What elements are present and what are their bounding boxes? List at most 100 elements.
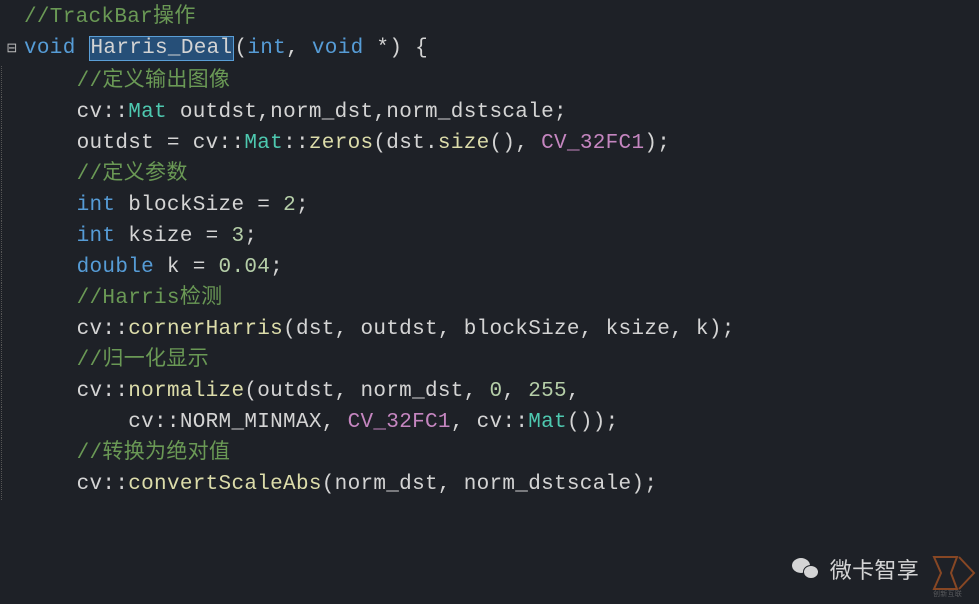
code-content[interactable]: void Harris_Deal(int, void *) {	[24, 33, 979, 66]
identifier: outdst =	[77, 132, 193, 155]
code-content[interactable]: //归一化显示	[25, 345, 979, 376]
comma: ,	[502, 380, 528, 403]
code-content[interactable]: //Harris检测	[25, 283, 979, 314]
function-normalize: normalize	[128, 380, 244, 403]
selected-function-name[interactable]: Harris_Deal	[89, 36, 235, 61]
code-line: //定义参数	[0, 159, 979, 190]
scope-op: ::	[102, 318, 128, 341]
code-content[interactable]: //定义参数	[25, 159, 979, 190]
scope-op: ::	[154, 411, 180, 434]
paren-close: )	[389, 37, 402, 60]
function-convertscaleabs: convertScaleAbs	[128, 473, 322, 496]
code-content[interactable]: outdst = cv::Mat::zeros(dst.size(), CV_3…	[25, 128, 979, 159]
constant-cv32fc1: CV_32FC1	[541, 132, 644, 155]
args: (dst, outdst, blockSize, ksize, k);	[283, 318, 735, 341]
code-content[interactable]: cv::Mat outdst,norm_dst,norm_dstscale;	[25, 97, 979, 128]
code-line: //定义输出图像	[0, 66, 979, 97]
code-line: cv::normalize(outdst, norm_dst, 0, 255,	[0, 376, 979, 407]
var-k: k =	[154, 256, 219, 279]
watermark: 微卡智享	[790, 553, 919, 585]
gutter	[1, 407, 25, 438]
code-content[interactable]: double k = 0.04;	[25, 252, 979, 283]
declaration-vars: outdst,norm_dst,norm_dstscale;	[167, 101, 567, 124]
comment: //归一化显示	[77, 349, 209, 372]
code-content[interactable]: int blockSize = 2;	[25, 190, 979, 221]
namespace-cv: cv	[477, 411, 503, 434]
comment: //定义参数	[77, 163, 188, 186]
code-line: //转换为绝对值	[0, 438, 979, 469]
namespace-cv: cv	[77, 318, 103, 341]
keyword-void: void	[312, 37, 364, 60]
scope-op: ::	[102, 473, 128, 496]
args: (outdst, norm_dst,	[244, 380, 489, 403]
gutter	[1, 190, 25, 221]
code-content[interactable]: int ksize = 3;	[25, 221, 979, 252]
gutter	[1, 97, 25, 128]
keyword-int: int	[77, 225, 116, 248]
gutter	[1, 252, 25, 283]
number-literal: 0	[490, 380, 503, 403]
type-mat: Mat	[528, 411, 567, 434]
comment: //定义输出图像	[77, 70, 231, 93]
scope-op: ::	[502, 411, 528, 434]
code-line: int ksize = 3;	[0, 221, 979, 252]
code-content[interactable]: //转换为绝对值	[25, 438, 979, 469]
comma: ,	[451, 411, 477, 434]
keyword-double: double	[77, 256, 154, 279]
namespace-cv: cv	[77, 473, 103, 496]
gutter	[1, 314, 25, 345]
args-close: ());	[567, 411, 619, 434]
gutter	[1, 376, 25, 407]
comment: //TrackBar操作	[24, 6, 196, 29]
semicolon: ;	[270, 256, 283, 279]
code-content[interactable]: //TrackBar操作	[24, 2, 979, 33]
scope-op: ::	[102, 101, 128, 124]
comment: //Harris检测	[77, 287, 223, 310]
gutter	[1, 283, 25, 314]
svg-text:创新互联: 创新互联	[933, 589, 962, 597]
gutter	[1, 128, 25, 159]
number-literal: 2	[283, 194, 296, 217]
code-line: cv::cornerHarris(dst, outdst, blockSize,…	[0, 314, 979, 345]
wechat-icon	[790, 554, 820, 584]
gutter	[1, 66, 25, 97]
code-line: int blockSize = 2;	[0, 190, 979, 221]
asterisk: *	[364, 37, 390, 60]
code-editor[interactable]: //TrackBar操作 ⊟ void Harris_Deal(int, voi…	[0, 0, 979, 500]
code-content[interactable]: cv::cornerHarris(dst, outdst, blockSize,…	[25, 314, 979, 345]
code-line: cv::Mat outdst,norm_dst,norm_dstscale;	[0, 97, 979, 128]
scope-op: ::	[283, 132, 309, 155]
comment: //转换为绝对值	[77, 442, 231, 465]
var-blocksize: blockSize =	[115, 194, 283, 217]
code-line: cv::convertScaleAbs(norm_dst, norm_dstsc…	[0, 469, 979, 500]
args-close: );	[644, 132, 670, 155]
comma: ,	[322, 411, 348, 434]
scope-op: ::	[219, 132, 245, 155]
brace-open: {	[402, 37, 428, 60]
keyword-int: int	[247, 37, 286, 60]
gutter	[1, 221, 25, 252]
logo-icon: 创新互联	[929, 549, 979, 597]
code-line: outdst = cv::Mat::zeros(dst.size(), CV_3…	[0, 128, 979, 159]
namespace-cv: cv	[77, 380, 103, 403]
code-content[interactable]: cv::convertScaleAbs(norm_dst, norm_dstsc…	[25, 469, 979, 500]
number-literal: 0.04	[219, 256, 271, 279]
code-content[interactable]: //定义输出图像	[25, 66, 979, 97]
comma: ,	[567, 380, 580, 403]
code-line: ⊟ void Harris_Deal(int, void *) {	[0, 33, 979, 66]
scope-op: ::	[102, 380, 128, 403]
type-mat: Mat	[128, 101, 167, 124]
args: (norm_dst, norm_dstscale);	[322, 473, 657, 496]
code-line: //归一化显示	[0, 345, 979, 376]
gutter	[1, 345, 25, 376]
gutter	[1, 469, 25, 500]
number-literal: 3	[231, 225, 244, 248]
fold-collapse-icon[interactable]: ⊟	[6, 33, 17, 64]
enum-normminmax: NORM_MINMAX	[180, 411, 322, 434]
code-content[interactable]: cv::normalize(outdst, norm_dst, 0, 255,	[25, 376, 979, 407]
semicolon: ;	[244, 225, 257, 248]
gutter: ⊟	[0, 33, 24, 66]
function-zeros: zeros	[309, 132, 374, 155]
code-content[interactable]: cv::NORM_MINMAX, CV_32FC1, cv::Mat());	[25, 407, 979, 438]
code-line: double k = 0.04;	[0, 252, 979, 283]
